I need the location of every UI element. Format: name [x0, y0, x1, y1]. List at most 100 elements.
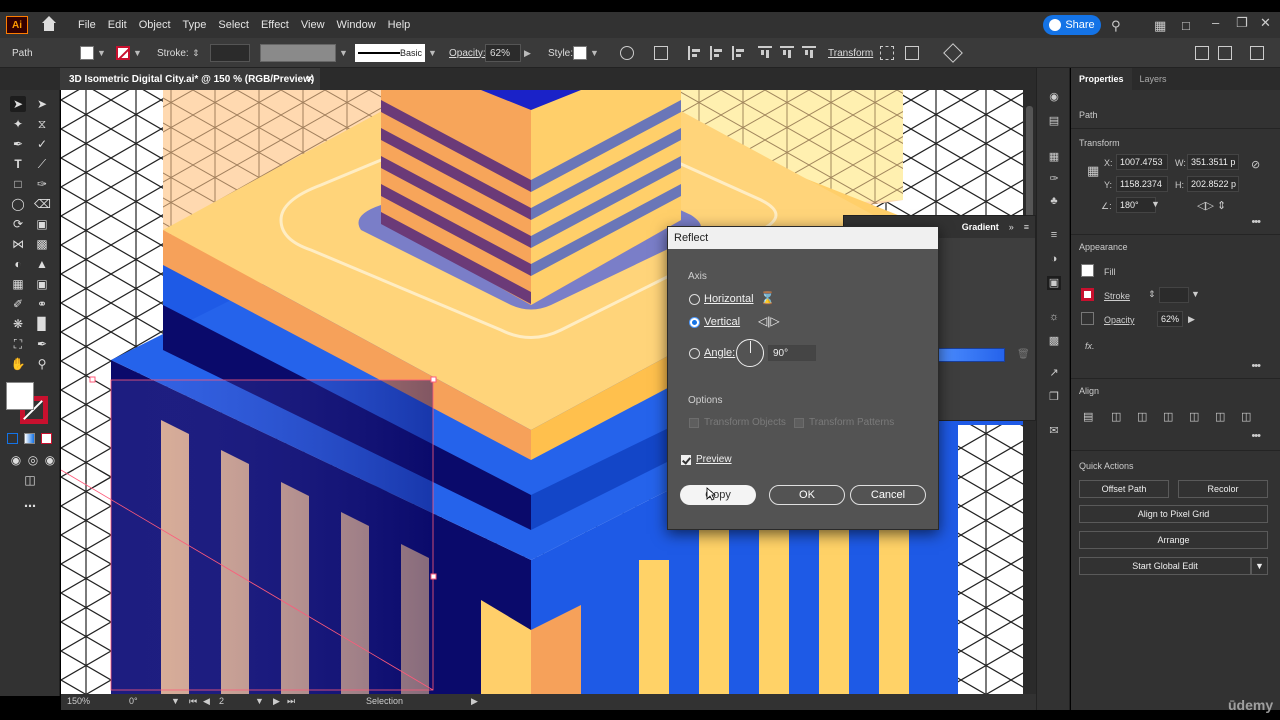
share-button[interactable]: Share — [1043, 15, 1101, 35]
last-artboard-icon[interactable]: ⏭ — [287, 696, 295, 707]
blend-tool-icon[interactable]: ⚭ — [34, 296, 50, 312]
transform-objects-option[interactable]: Transform Objects — [689, 417, 786, 428]
chevron-down-icon[interactable]: ▼ — [133, 48, 142, 58]
horizontal-option[interactable]: Horizontal — [689, 293, 754, 305]
chevron-right-icon[interactable]: ▶ — [524, 48, 531, 59]
more-options-icon[interactable]: ••• — [1251, 216, 1261, 228]
stroke-weight-field[interactable] — [209, 44, 250, 62]
align-top-icon[interactable]: ◫ — [1189, 410, 1199, 423]
color-palette-icon[interactable]: ◉ — [1047, 90, 1061, 104]
eraser-tool-icon[interactable]: ⌫ — [34, 196, 51, 212]
fill-color-swatch[interactable] — [6, 382, 34, 410]
align-left-icon[interactable]: ◫ — [1111, 410, 1121, 423]
pen-tool-icon[interactable]: ✒ — [10, 136, 26, 152]
cancel-button[interactable]: Cancel — [850, 485, 926, 505]
artboard-number[interactable]: 2 — [219, 696, 224, 706]
width-profile-field[interactable] — [260, 44, 336, 62]
align-vertical-center-icon[interactable]: ◫ — [1215, 410, 1225, 423]
gradient-tool-icon[interactable]: ▣ — [34, 276, 50, 292]
delete-stop-icon[interactable]: 🗑 — [1017, 349, 1030, 360]
type-tool-icon[interactable]: T — [10, 156, 26, 172]
draw-inside-icon[interactable]: ◉ — [42, 452, 58, 468]
close-tab-icon[interactable]: ✕ — [306, 74, 314, 85]
horizontal-radio[interactable] — [689, 293, 700, 305]
document-tab[interactable]: 3D Isometric Digital City.ai* @ 150 % (R… — [60, 68, 320, 90]
flip-horizontal-icon[interactable]: ◁▷ — [1197, 199, 1214, 212]
perspective-grid-tool-icon[interactable]: ▲ — [34, 256, 50, 272]
preview-checkbox[interactable] — [681, 454, 691, 465]
fill-swatch[interactable] — [1081, 264, 1094, 277]
align-bottom-icon[interactable]: ◫ — [1241, 410, 1251, 423]
constrain-proportions-icon[interactable]: ⊘ — [1251, 158, 1260, 171]
start-global-edit-button[interactable]: Start Global Edit — [1079, 557, 1251, 575]
graphic-styles-icon[interactable]: ▩ — [1047, 334, 1061, 348]
make-envelope-icon[interactable] — [943, 43, 963, 63]
angle-label[interactable]: Angle: — [704, 347, 735, 359]
stroke-weight-input[interactable] — [1159, 287, 1189, 303]
maximize-icon[interactable]: ❐ — [1236, 15, 1248, 31]
angle-dial[interactable] — [736, 339, 764, 367]
preview-label[interactable]: Preview — [696, 454, 732, 465]
tab-properties[interactable]: Properties — [1071, 68, 1132, 90]
search-icon[interactable]: ⚲ — [1111, 18, 1121, 34]
more-options-icon[interactable]: ••• — [1251, 430, 1261, 442]
opacity-input[interactable]: 62% — [1157, 311, 1183, 327]
rectangle-tool-icon[interactable]: □ — [10, 176, 26, 192]
symbols-icon[interactable]: ♣ — [1047, 194, 1061, 208]
reference-point-icon[interactable]: ▦ — [1087, 163, 1099, 179]
transform-patterns-option[interactable]: Transform Patterns — [794, 417, 894, 428]
arrange-button[interactable]: Arrange — [1079, 531, 1268, 549]
chevron-right-icon[interactable]: ▶ — [1188, 314, 1195, 325]
recolor-button[interactable]: Recolor — [1178, 480, 1268, 498]
previous-artboard-icon[interactable]: ◀ — [203, 696, 210, 707]
screen-mode-icon[interactable]: ◫ — [22, 472, 38, 488]
recolor-artwork-icon[interactable] — [620, 46, 634, 60]
y-input[interactable]: 1158.2374 — [1116, 176, 1168, 192]
gradient-slider[interactable] — [938, 348, 1005, 362]
horizontal-label[interactable]: Horizontal — [704, 293, 754, 305]
style-swatch[interactable] — [573, 46, 587, 60]
stroke-swatch[interactable] — [1081, 288, 1094, 301]
artboards-icon[interactable]: ❐ — [1047, 390, 1061, 404]
chevron-down-icon[interactable]: ▼ — [339, 48, 348, 58]
transform-objects-checkbox[interactable] — [689, 417, 699, 428]
angle-option[interactable]: Angle: — [689, 347, 735, 359]
more-options-icon[interactable]: ••• — [1251, 360, 1261, 372]
appearance-icon[interactable]: ☼ — [1047, 310, 1061, 324]
align-top-icon[interactable] — [758, 46, 772, 60]
control-options-icon[interactable] — [1250, 46, 1264, 60]
home-icon[interactable] — [40, 16, 58, 34]
height-input[interactable]: 202.8522 p — [1187, 176, 1239, 192]
symbol-sprayer-tool-icon[interactable]: ❋ — [10, 316, 26, 332]
panel-menu-icon[interactable] — [1218, 46, 1232, 60]
effects-button[interactable]: fx. — [1085, 341, 1095, 351]
shaper-tool-icon[interactable]: ◯ — [10, 196, 26, 212]
fill-swatch-group[interactable]: ▼ — [80, 38, 106, 68]
offset-path-button[interactable]: Offset Path — [1079, 480, 1169, 498]
chevron-down-icon[interactable]: ▼ — [97, 48, 106, 58]
free-transform-tool-icon[interactable]: ▩ — [34, 236, 50, 252]
vertical-option[interactable]: Vertical — [689, 316, 740, 328]
align-middle-icon[interactable] — [780, 46, 794, 60]
brush-icon[interactable]: ✑ — [1047, 172, 1061, 186]
minimize-icon[interactable]: – — [1212, 15, 1219, 30]
gradient-panel-title[interactable]: Gradient — [962, 222, 999, 232]
transparency-icon[interactable]: ◑ — [1047, 252, 1061, 266]
gradient-panel-icon[interactable]: ▣ — [1047, 276, 1061, 290]
transform-patterns-checkbox[interactable] — [794, 417, 804, 428]
align-left-icon[interactable] — [688, 46, 702, 60]
chevron-right-icon[interactable]: ▶ — [471, 696, 478, 707]
opacity-control[interactable]: 62% ▶ — [485, 38, 531, 68]
vertical-label[interactable]: Vertical — [704, 316, 740, 328]
variable-width-profile[interactable]: ▼ — [260, 38, 348, 68]
shape-builder-tool-icon[interactable]: ◐ — [10, 256, 26, 272]
align-horizontal-center-icon[interactable]: ◫ — [1137, 410, 1147, 423]
color-mode-icon[interactable] — [7, 433, 18, 444]
fill-stroke-widget[interactable] — [6, 382, 52, 428]
image-icon[interactable]: ▦ — [1047, 150, 1061, 164]
menu-window[interactable]: Window — [331, 12, 382, 38]
arrange-documents-icon[interactable]: □ — [1182, 18, 1190, 33]
menu-object[interactable]: Object — [133, 12, 177, 38]
arrange-panels-icon[interactable] — [1195, 46, 1209, 60]
chevron-down-icon[interactable]: ▼ — [255, 696, 264, 706]
